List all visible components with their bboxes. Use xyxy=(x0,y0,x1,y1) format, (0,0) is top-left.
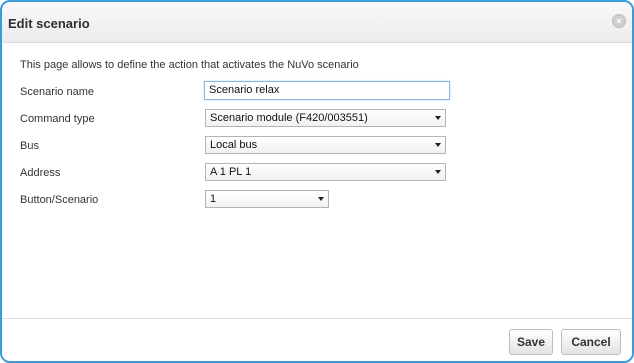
intro-text: This page allows to define the action th… xyxy=(20,59,359,71)
button-scenario-label: Button/Scenario xyxy=(20,194,99,206)
address-label: Address xyxy=(20,167,61,179)
cancel-button[interactable]: Cancel xyxy=(561,329,621,355)
scenario-name-input[interactable]: Scenario relax xyxy=(204,81,450,100)
chevron-down-icon xyxy=(435,143,441,147)
command-type-label: Command type xyxy=(20,113,95,125)
address-value: A 1 PL 1 xyxy=(210,166,252,178)
chevron-down-icon xyxy=(435,116,441,120)
dialog-titlebar: Edit scenario × xyxy=(2,2,632,43)
bus-label: Bus xyxy=(20,140,39,152)
address-select[interactable]: A 1 PL 1 xyxy=(205,163,446,181)
dialog-footer: Save Cancel xyxy=(2,318,632,361)
edit-scenario-dialog: Edit scenario × This page allows to defi… xyxy=(0,0,634,363)
chevron-down-icon xyxy=(318,197,324,201)
command-type-select[interactable]: Scenario module (F420/003551) xyxy=(205,109,446,127)
bus-value: Local bus xyxy=(210,139,258,151)
dialog-title: Edit scenario xyxy=(8,16,90,31)
button-scenario-select[interactable]: 1 xyxy=(205,190,329,208)
dialog-content: This page allows to define the action th… xyxy=(2,43,632,318)
command-type-value: Scenario module (F420/003551) xyxy=(210,112,368,124)
save-button[interactable]: Save xyxy=(509,329,553,355)
bus-select[interactable]: Local bus xyxy=(205,136,446,154)
chevron-down-icon xyxy=(435,170,441,174)
scenario-name-value: Scenario relax xyxy=(209,84,280,96)
button-scenario-value: 1 xyxy=(210,193,217,205)
scenario-name-label: Scenario name xyxy=(20,86,94,98)
close-icon[interactable]: × xyxy=(612,14,626,28)
